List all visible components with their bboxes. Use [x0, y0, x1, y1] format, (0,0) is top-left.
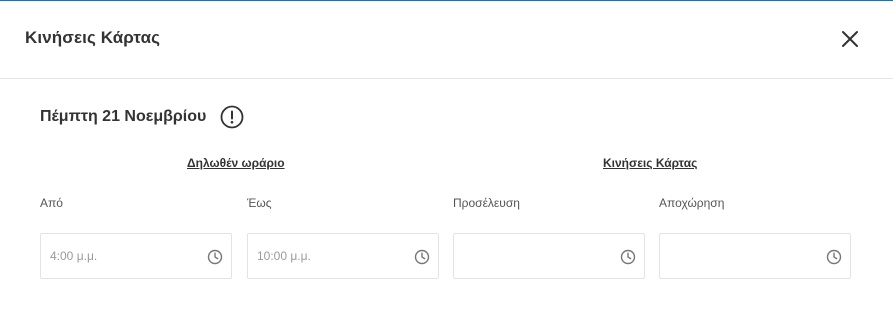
departure-label: Αποχώρηση — [659, 196, 725, 210]
to-time-input[interactable]: 10:00 μ.μ. — [247, 233, 439, 279]
card-movements-link[interactable]: Κινήσεις Κάρτας — [603, 156, 697, 170]
close-button[interactable] — [838, 27, 862, 51]
from-label: Από — [40, 196, 63, 210]
from-time-value: 4:00 μ.μ. — [50, 249, 98, 263]
date-row: Πέμπτη 21 Νοεμβρίου — [40, 104, 244, 130]
info-icon[interactable] — [220, 105, 244, 129]
from-time-input[interactable]: 4:00 μ.μ. — [40, 233, 232, 279]
arrival-time-input[interactable] — [453, 233, 645, 279]
close-icon — [838, 27, 862, 51]
departure-time-input[interactable] — [659, 233, 851, 279]
dialog-title: Κινήσεις Κάρτας — [25, 28, 161, 47]
clock-icon[interactable] — [207, 249, 223, 265]
clock-icon[interactable] — [826, 249, 842, 265]
arrival-label: Προσέλευση — [453, 196, 520, 210]
dialog-header: Κινήσεις Κάρτας — [0, 1, 893, 79]
clock-icon[interactable] — [414, 249, 430, 265]
declared-hours-link[interactable]: Δηλωθέν ωράριο — [187, 156, 285, 170]
to-time-value: 10:00 μ.μ. — [257, 249, 311, 263]
to-label: Έως — [247, 196, 272, 210]
clock-icon[interactable] — [620, 249, 636, 265]
date-title: Πέμπτη 21 Νοεμβρίου — [40, 108, 207, 125]
